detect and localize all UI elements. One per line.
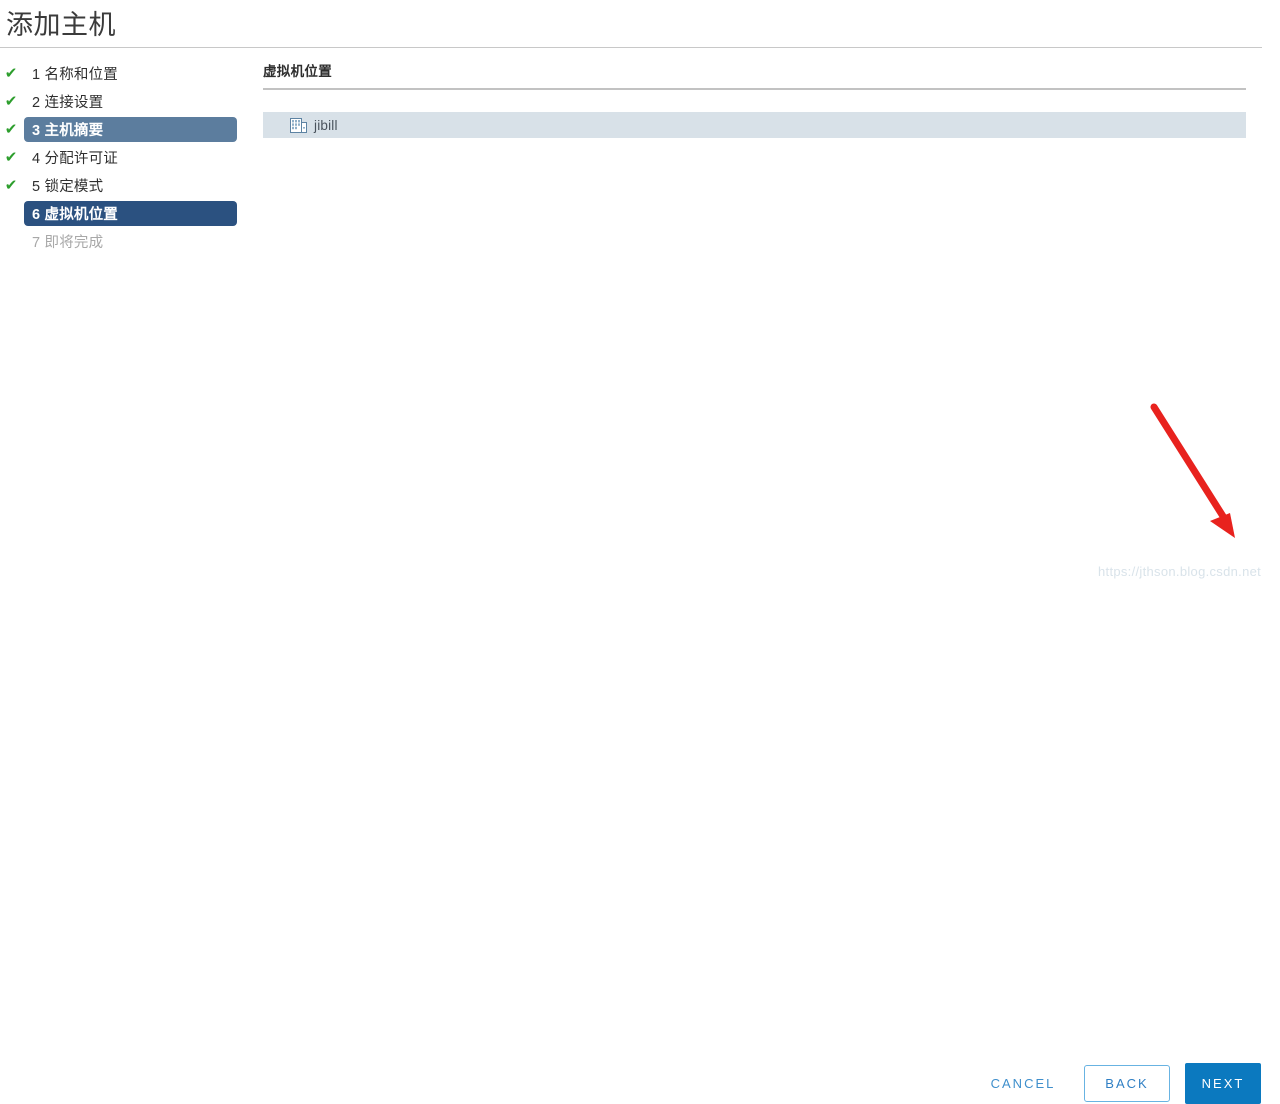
sidebar-step-7: 7 即将完成 <box>0 228 250 255</box>
sidebar-step-1[interactable]: ✔ 1 名称和位置 <box>0 60 250 87</box>
datacenter-icon <box>290 117 307 133</box>
sidebar-step-label: 2 连接设置 <box>32 95 104 111</box>
step-pill: 6 虚拟机位置 <box>24 201 237 226</box>
check-icon: ✔ <box>4 65 18 82</box>
step-pill: 5 锁定模式 <box>24 173 113 198</box>
check-icon: ✔ <box>4 93 18 110</box>
check-icon: ✔ <box>4 121 18 138</box>
content-heading: 虚拟机位置 <box>263 64 332 79</box>
step-pill: 2 连接设置 <box>24 89 113 114</box>
sidebar-step-label: 6 虚拟机位置 <box>32 207 118 223</box>
step-pill: 7 即将完成 <box>24 229 113 254</box>
sidebar-step-label: 5 锁定模式 <box>32 179 104 195</box>
cancel-button[interactable]: CANCEL <box>975 1071 1071 1096</box>
content-divider <box>263 88 1246 90</box>
sidebar-step-label: 4 分配许可证 <box>32 151 118 167</box>
page-title: 添加主机 <box>6 10 116 40</box>
step-pill: 1 名称和位置 <box>24 61 128 86</box>
back-button[interactable]: BACK <box>1084 1065 1170 1102</box>
annotation-arrow-icon <box>1150 403 1235 538</box>
sidebar-step-label: 1 名称和位置 <box>32 67 118 83</box>
sidebar-step-4[interactable]: ✔ 4 分配许可证 <box>0 144 250 171</box>
sidebar-step-5[interactable]: ✔ 5 锁定模式 <box>0 172 250 199</box>
sidebar-step-3[interactable]: ✔ 3 主机摘要 <box>0 116 250 143</box>
next-button[interactable]: NEXT <box>1185 1063 1261 1104</box>
sidebar-step-label: 7 即将完成 <box>32 235 104 251</box>
footer-actions: CANCEL BACK NEXT <box>0 530 1280 1104</box>
sidebar-step-6[interactable]: 6 虚拟机位置 <box>0 200 250 227</box>
sidebar-step-label: 3 主机摘要 <box>32 123 104 139</box>
watermark: https://jthson.blog.csdn.net <box>1098 564 1262 579</box>
vm-location-tree: jibill <box>263 112 1246 138</box>
content-panel: 虚拟机位置 jibill <box>263 60 1246 138</box>
wizard-step-list: ✔ 1 名称和位置 ✔ 2 连接设置 ✔ 3 主机摘要 ✔ 4 分配许可证 ✔ … <box>0 60 250 256</box>
check-icon: ✔ <box>4 149 18 166</box>
tree-item-label: jibill <box>314 117 338 133</box>
sidebar-step-2[interactable]: ✔ 2 连接设置 <box>0 88 250 115</box>
step-pill: 4 分配许可证 <box>24 145 128 170</box>
step-pill: 3 主机摘要 <box>24 117 237 142</box>
tree-item-datacenter[interactable]: jibill <box>263 112 1246 138</box>
title-divider <box>0 47 1262 48</box>
check-icon: ✔ <box>4 177 18 194</box>
